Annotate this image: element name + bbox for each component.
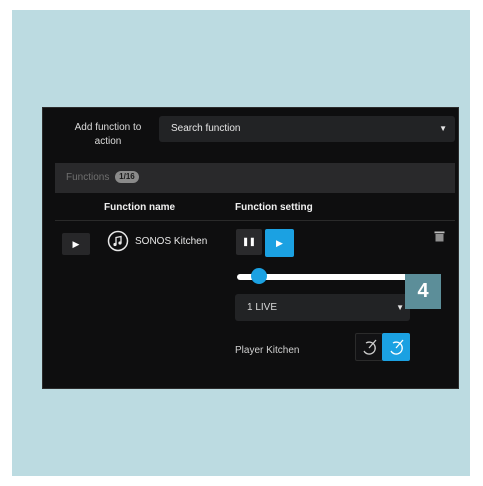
functions-count-badge: 1/16 (115, 171, 139, 184)
player-off-toggle[interactable] (355, 333, 383, 361)
functions-label: Functions (66, 172, 110, 183)
volume-slider-handle[interactable] (251, 268, 268, 284)
step-callout-badge: 4 (405, 274, 441, 309)
column-header-function-name: Function name (104, 202, 176, 213)
caret-down-icon: ▼ (396, 303, 404, 312)
column-header-function-setting: Function setting (235, 202, 313, 213)
run-function-button[interactable]: ▶ (62, 233, 90, 255)
trash-icon[interactable] (434, 231, 445, 242)
source-dropdown[interactable]: 1 LIVE ▼ (235, 294, 410, 321)
music-note-icon (107, 230, 129, 252)
caret-down-icon: ▼ (439, 124, 447, 133)
play-icon: ▶ (72, 239, 80, 249)
search-function-dropdown[interactable]: Search function ▼ (159, 116, 455, 142)
function-name: SONOS Kitchen (135, 236, 208, 247)
power-icon (390, 339, 404, 355)
functions-header[interactable]: Functions 1/16 (55, 163, 455, 193)
pause-icon: ❚❚ (242, 237, 256, 246)
pause-button[interactable]: ❚❚ (236, 229, 262, 255)
function-panel: Add function to action Search function ▼… (42, 107, 459, 389)
player-label: Player Kitchen (235, 345, 300, 356)
power-icon (363, 339, 377, 355)
play-icon: ▶ (276, 238, 283, 248)
player-on-toggle[interactable] (382, 333, 410, 361)
source-selected-value: 1 LIVE (247, 302, 278, 313)
add-function-label: Add function to action (74, 122, 142, 147)
search-function-text: Search function (171, 123, 241, 134)
header-divider (55, 220, 455, 221)
play-button[interactable]: ▶ (265, 229, 294, 257)
